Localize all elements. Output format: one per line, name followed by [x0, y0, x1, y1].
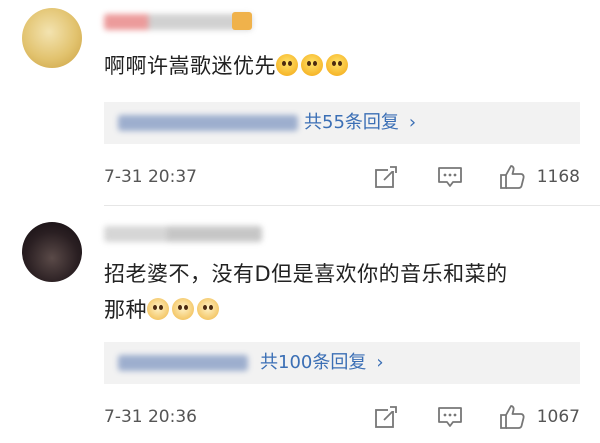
comment-text-line-2: 那种 [104, 292, 508, 328]
view-replies-link[interactable]: 共55条回复 › [304, 102, 416, 144]
chevron-right-icon: › [376, 352, 384, 373]
comment-meta: 7-31 20:36 1067 [104, 402, 580, 432]
comment-meta: 7-31 20:37 1168 [104, 162, 580, 192]
reply-count: 共100条回复 [260, 352, 367, 373]
comment-text: 啊啊许嵩歌迷优先 [104, 48, 351, 84]
reply-preview[interactable]: 共55条回复 › [104, 102, 580, 144]
comment-text-content: 那种 [104, 298, 147, 322]
scream-emoji-icon [276, 54, 298, 76]
scream-emoji-icon [326, 54, 348, 76]
comment-text-line: 招老婆不，没有D但是喜欢你的音乐和菜的 [104, 262, 508, 286]
avatar[interactable] [22, 8, 82, 68]
thumbs-up-icon[interactable] [498, 403, 526, 431]
reply-preview[interactable]: 共100条回复 › [104, 342, 580, 384]
comment-icon[interactable] [436, 163, 464, 191]
thumbs-up-icon[interactable] [498, 163, 526, 191]
chevron-right-icon: › [408, 112, 417, 133]
user-badge-icon [232, 12, 252, 30]
comment-time: 7-31 20:36 [104, 407, 197, 427]
dog-face-emoji-icon [197, 298, 219, 320]
like-count: 1168 [536, 167, 580, 187]
divider [104, 205, 600, 206]
comment-text-content: 啊啊许嵩歌迷优先 [104, 54, 276, 78]
reply-count: 共55条回复 [304, 112, 399, 133]
comment-text: 招老婆不，没有D但是喜欢你的音乐和菜的 那种 [104, 256, 508, 328]
view-replies-link[interactable]: 共100条回复 › [260, 342, 384, 384]
like-count: 1067 [536, 407, 580, 427]
comment-icon[interactable] [436, 403, 464, 431]
dog-face-emoji-icon [147, 298, 169, 320]
scream-emoji-icon [301, 54, 323, 76]
reply-users-blurred [118, 115, 298, 131]
username-blurred[interactable] [104, 14, 252, 30]
avatar[interactable] [22, 222, 82, 282]
dog-face-emoji-icon [172, 298, 194, 320]
username-blurred[interactable] [104, 226, 262, 242]
reply-users-blurred [118, 355, 248, 371]
repost-icon[interactable] [372, 403, 400, 431]
comment-time: 7-31 20:37 [104, 167, 197, 187]
repost-icon[interactable] [372, 163, 400, 191]
